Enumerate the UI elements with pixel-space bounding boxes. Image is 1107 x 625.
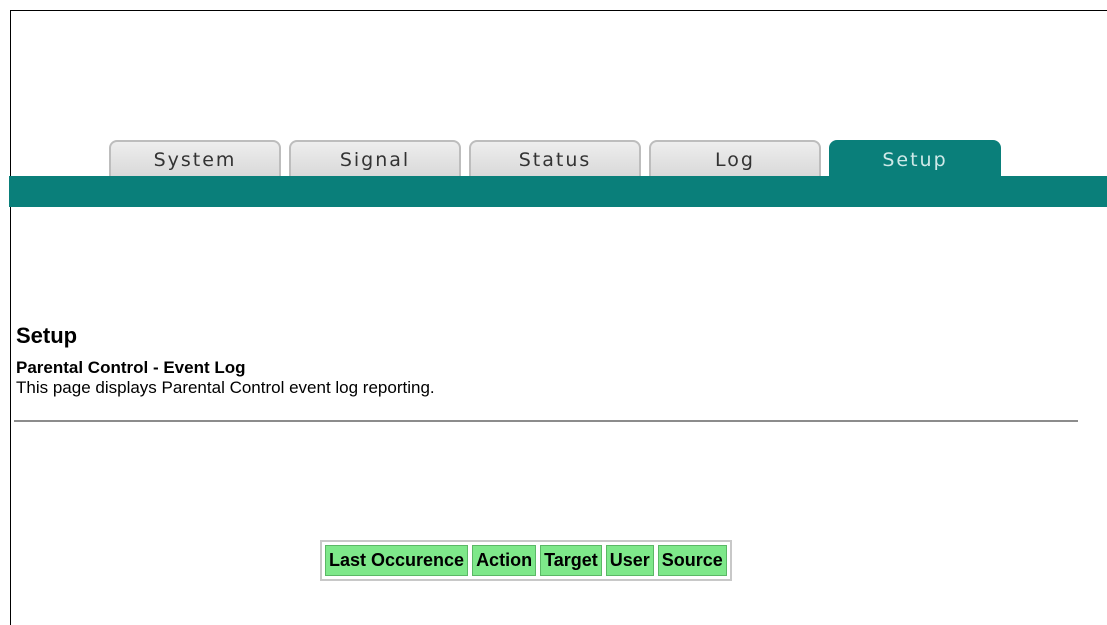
column-header-source: Source — [657, 545, 727, 576]
tab-status[interactable]: Status — [469, 140, 641, 176]
column-header-target: Target — [540, 545, 602, 576]
tab-signal[interactable]: Signal — [289, 140, 461, 176]
page-subtitle: Parental Control - Event Log — [16, 358, 246, 377]
column-header-action: Action — [472, 545, 537, 576]
column-header-user: User — [605, 545, 654, 576]
tab-log[interactable]: Log — [649, 140, 821, 176]
main-nav-tabs: System Signal Status Log Setup — [109, 140, 1009, 178]
tab-system[interactable]: System — [109, 140, 281, 176]
column-header-last-occurence: Last Occurence — [325, 545, 469, 576]
tab-setup[interactable]: Setup — [829, 140, 1001, 176]
page-frame — [10, 10, 1107, 625]
nav-accent-bar — [9, 176, 1107, 207]
event-log-table: Last Occurence Action Target User Source — [320, 540, 732, 581]
page-title: Setup — [16, 323, 78, 348]
divider — [14, 420, 1078, 422]
page-description: This page displays Parental Control even… — [16, 378, 435, 397]
